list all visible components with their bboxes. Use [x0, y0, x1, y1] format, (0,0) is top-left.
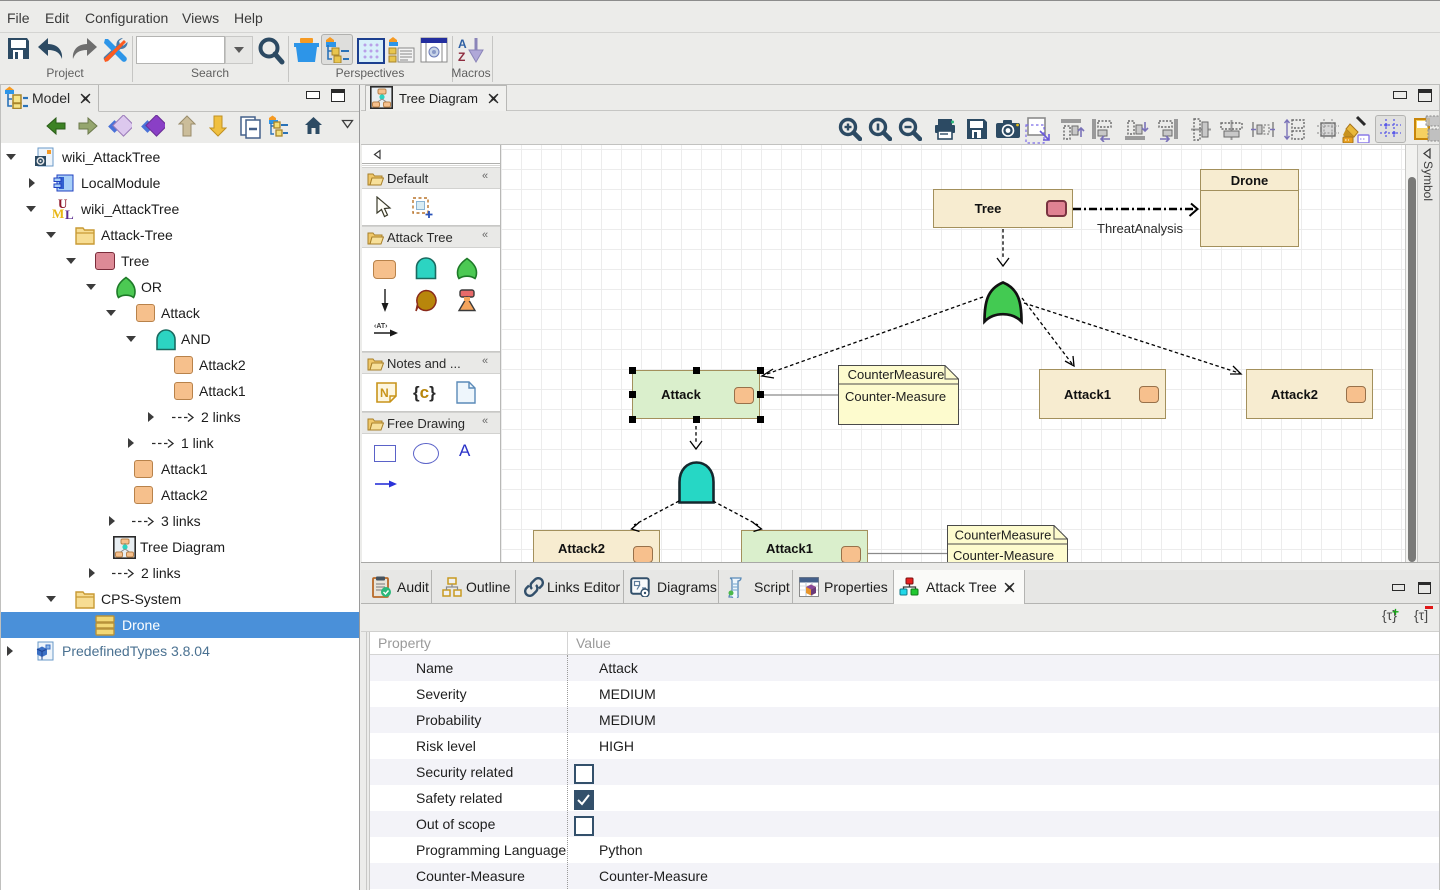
svg-text:‹AT›: ‹AT›: [374, 323, 388, 330]
svg-text:Z: Z: [458, 50, 465, 64]
svg-text:N: N: [380, 386, 389, 400]
svg-text:A: A: [458, 37, 467, 51]
svg-text:ThreatAnalysis: ThreatAnalysis: [1097, 221, 1183, 236]
svg-text:M: M: [52, 206, 64, 221]
svg-text:L: L: [65, 207, 74, 221]
